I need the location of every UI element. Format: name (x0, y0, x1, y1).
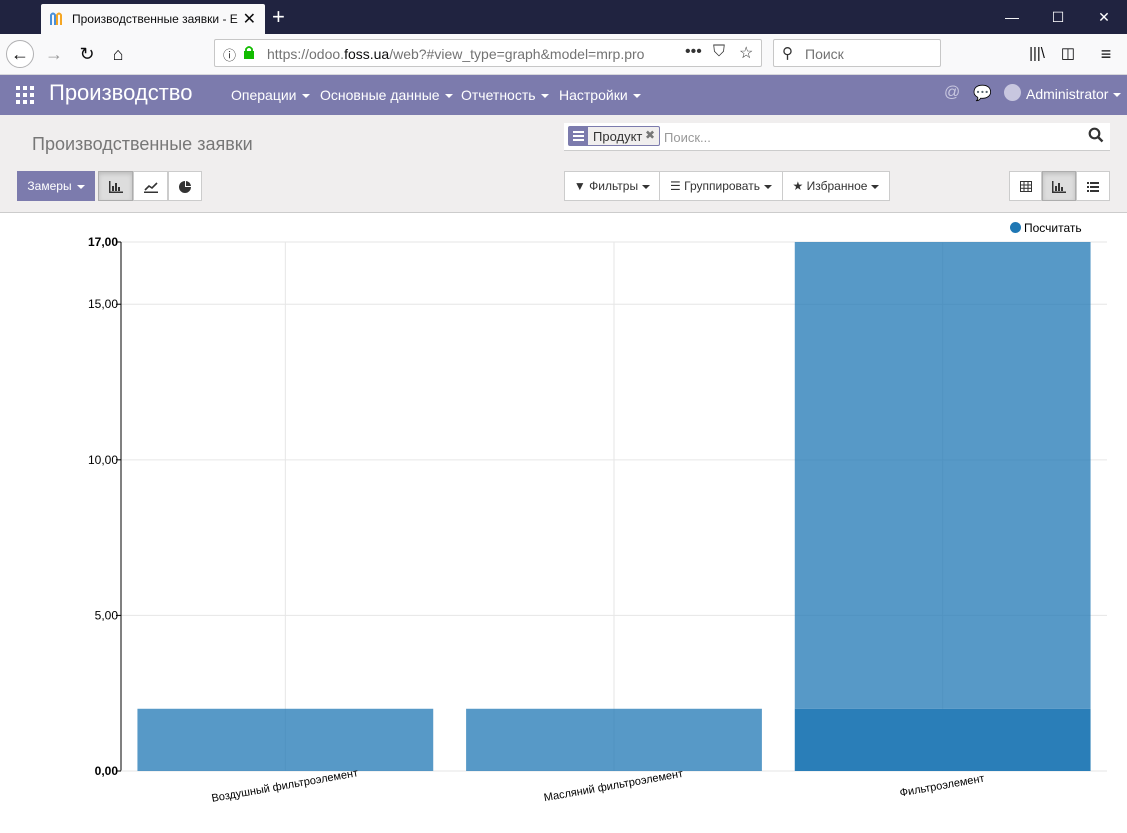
back-icon[interactable]: ← (6, 40, 34, 68)
menu-master-data[interactable]: Основные данные (320, 87, 453, 103)
user-menu[interactable]: Administrator (1026, 86, 1122, 102)
list-icon: ☰ (670, 179, 681, 193)
url-text: https://odoo.foss.ua/web?#view_type=grap… (267, 46, 645, 62)
legend-label: Посчитать (1024, 221, 1082, 235)
minimize-icon[interactable]: — (989, 0, 1035, 34)
favorites-button[interactable]: ★ Избранное (782, 171, 890, 201)
table-icon (1019, 181, 1032, 193)
group-by-button[interactable]: ☰ Группировать (659, 171, 783, 201)
search-icon[interactable] (1088, 127, 1104, 143)
filters-button[interactable]: ▼ Фильтры (564, 171, 660, 201)
browser-search-placeholder: Поиск (805, 46, 844, 62)
odoo-favicon-icon (50, 12, 62, 25)
bar (794, 242, 1091, 709)
filter-icon: ▼ (573, 179, 586, 193)
line-chart-icon (143, 182, 158, 193)
pie-chart-button[interactable] (168, 171, 202, 201)
bar (137, 708, 434, 771)
tab-title: Производственные заявки - E (72, 12, 238, 26)
y-tick-label: 10,00 (88, 453, 118, 467)
browser-navbar: ← → ↻ ⌂ ⓘ https://odoo.foss.ua/web?#view… (0, 34, 1127, 75)
search-icon: ⚲ (782, 45, 793, 62)
chat-icon[interactable]: 💬 (973, 84, 992, 102)
browser-titlebar: Производственные заявки - E ✕ + — ☐ ✕ (0, 0, 1127, 34)
forward-icon[interactable]: → (40, 40, 68, 68)
facet-label: Продукт (593, 129, 643, 144)
new-tab-icon[interactable]: + (272, 4, 285, 30)
y-tick-label: 5,00 (95, 608, 119, 622)
y-tick-label: 0,00 (95, 764, 119, 778)
search-input[interactable]: Поиск... (664, 130, 711, 145)
browser-tab[interactable]: Производственные заявки - E ✕ (41, 4, 265, 34)
breadcrumb: Производственные заявки (32, 134, 253, 154)
url-bar[interactable]: ⓘ https://odoo.foss.ua/web?#view_type=gr… (214, 39, 762, 67)
x-tick-label: Фильтроэлемент (899, 773, 986, 800)
bar (794, 708, 1091, 771)
browser-search-box[interactable]: ⚲ Поиск (773, 39, 941, 67)
search-view[interactable]: Продукт ✖ Поиск... (564, 123, 1110, 151)
bar-chart-icon (108, 180, 123, 193)
pivot-view-button[interactable] (1009, 171, 1042, 201)
reload-icon[interactable]: ↻ (73, 40, 101, 68)
bookmark-star-icon[interactable]: ☆ (739, 43, 753, 63)
legend-swatch (1010, 222, 1021, 233)
apps-grid-icon[interactable] (16, 86, 34, 104)
lock-icon (244, 46, 254, 59)
maximize-icon[interactable]: ☐ (1035, 0, 1081, 34)
x-tick-label: Воздушный фильтроэлемент (211, 767, 359, 805)
list-icon (1087, 181, 1099, 192)
close-tab-icon[interactable]: ✕ (243, 9, 256, 29)
line-chart-button[interactable] (133, 171, 168, 201)
library-icon[interactable]: |||\ (1023, 40, 1051, 68)
mention-icon[interactable]: @ (944, 84, 960, 102)
pie-chart-icon (179, 180, 191, 193)
avatar[interactable] (1004, 84, 1021, 101)
more-actions-icon[interactable]: ••• (685, 43, 702, 61)
graph-view-button[interactable] (1042, 171, 1076, 201)
menu-operations[interactable]: Операции (231, 87, 310, 103)
search-facet[interactable]: Продукт ✖ (568, 126, 660, 146)
site-info-icon[interactable]: ⓘ (223, 45, 236, 64)
sidebar-icon[interactable]: ◫ (1054, 40, 1082, 68)
control-panel: Производственные заявки Продукт ✖ Поиск.… (0, 115, 1127, 213)
pocket-icon[interactable]: ⛉ (713, 43, 725, 61)
y-tick-label: 17,00 (88, 235, 118, 249)
remove-facet-icon[interactable]: ✖ (645, 128, 655, 142)
bar (466, 708, 762, 771)
window-close-icon[interactable]: ✕ (1081, 0, 1127, 34)
bar-chart: 0,00 5,00 10,00 15,00 17,00 Воздушный фильтро… (88, 235, 1107, 805)
x-tick-label: Масляний фильтроэлемент (543, 768, 684, 804)
menu-settings[interactable]: Настройки (559, 87, 641, 103)
star-icon: ★ (792, 179, 804, 193)
odoo-main-navbar: Производство Операции Основные данные От… (0, 75, 1127, 115)
measures-button[interactable]: Замеры (17, 171, 95, 201)
chart-legend[interactable]: Посчитать (1010, 221, 1082, 235)
hamburger-menu-icon[interactable]: ≡ (1092, 40, 1120, 68)
app-brand[interactable]: Производство (49, 80, 192, 106)
bar-chart-icon (1052, 180, 1066, 193)
menu-reporting[interactable]: Отчетность (461, 87, 549, 103)
home-icon[interactable]: ⌂ (104, 40, 132, 68)
bar-chart-button[interactable] (98, 171, 133, 201)
group-by-icon (569, 127, 588, 145)
list-view-button[interactable] (1076, 171, 1110, 201)
y-tick-label: 15,00 (88, 297, 118, 311)
